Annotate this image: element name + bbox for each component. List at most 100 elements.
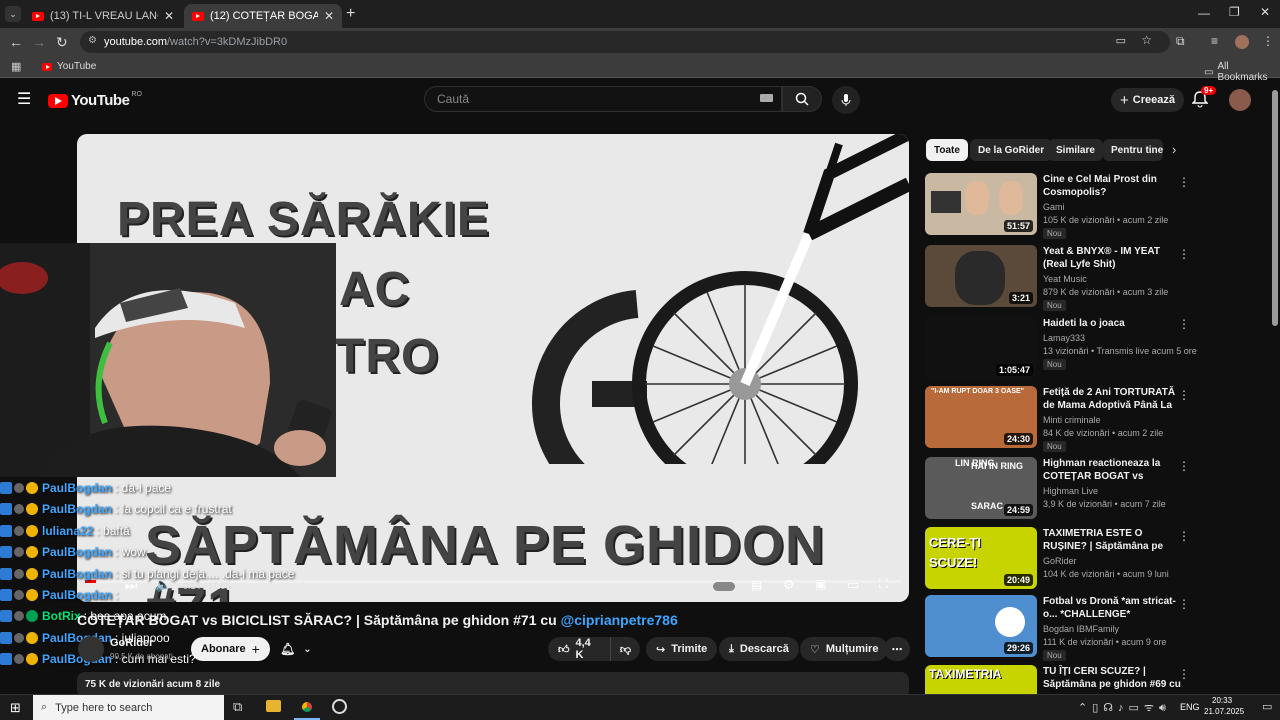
tab-search-button[interactable]: ⌄ bbox=[5, 6, 21, 22]
more-vert-icon[interactable]: ⋮ bbox=[1178, 247, 1190, 261]
recommended-video[interactable]: LIN RING HAI IN RING SARAC 24:59 Highman rea… bbox=[925, 457, 1190, 521]
windows-start-icon[interactable]: ⊞ bbox=[10, 700, 21, 716]
channel-name[interactable]: GoRider bbox=[1043, 556, 1077, 566]
miniplayer-icon[interactable]: ▣ bbox=[815, 577, 826, 591]
extensions-icon[interactable]: ⧉ bbox=[1176, 34, 1185, 49]
chip-all[interactable]: Toate bbox=[926, 139, 968, 161]
channel-name[interactable]: Lamay333 bbox=[1043, 333, 1085, 343]
close-icon[interactable]: ✕ bbox=[164, 9, 174, 23]
chips-next-chevron-icon[interactable]: › bbox=[1172, 142, 1176, 157]
recommended-video[interactable]: 29:26 Fotbal vs Dronă *am stricat-o... *C… bbox=[925, 595, 1190, 661]
autoplay-toggle[interactable] bbox=[713, 582, 735, 591]
chrome-icon[interactable] bbox=[299, 699, 315, 715]
taskbar-search-box[interactable]: ⌕ Type here to search bbox=[33, 695, 224, 720]
channel-name[interactable]: Minti criminale bbox=[1043, 415, 1101, 425]
new-tab-button[interactable]: + bbox=[346, 5, 355, 23]
video-title[interactable]: TAXIMETRIA ESTE O RUȘINE? | Săptămâna pe… bbox=[1043, 527, 1181, 553]
notification-bell-dropdown[interactable]: 🔔︎ ⌄ bbox=[270, 637, 322, 661]
clock-time[interactable]: 20:33 bbox=[1212, 696, 1232, 705]
channel-name[interactable]: GoRider bbox=[110, 637, 153, 649]
recommended-video[interactable]: 51:57 Cine e Cel Mai Prost din Cosmopolis… bbox=[925, 173, 1190, 239]
video-thumbnail[interactable]: 29:26 bbox=[925, 595, 1037, 657]
site-info-icon[interactable]: ⚙ bbox=[88, 35, 97, 46]
language-indicator[interactable]: ENG bbox=[1180, 702, 1200, 712]
task-view-icon[interactable]: ⧉ bbox=[233, 699, 242, 715]
forward-arrow-icon[interactable]: → bbox=[32, 34, 46, 50]
video-title[interactable]: Highman reactioneaza la COTEȚAR BOGAT vs… bbox=[1043, 457, 1181, 483]
tray-icons[interactable]: ⌃▯☊♪▭ᯤ🔊︎ bbox=[1078, 700, 1171, 715]
channel-name[interactable]: Yeat Music bbox=[1043, 274, 1087, 284]
recommended-video[interactable]: "I-AM RUPT DOAR 3 OASE" 24:30 Fetiță de 2 … bbox=[925, 386, 1190, 452]
search-input[interactable]: Caută bbox=[424, 86, 782, 112]
video-title[interactable]: Haideti la o joaca bbox=[1043, 317, 1181, 330]
more-actions-button[interactable]: ⋯ bbox=[884, 637, 910, 661]
video-thumbnail[interactable]: 3:21 bbox=[925, 245, 1037, 307]
channel-name[interactable]: Highman Live bbox=[1043, 486, 1098, 496]
browser-tab[interactable]: (13) TI-L VREAU LANGA MINE ✕ bbox=[24, 4, 182, 28]
video-title[interactable]: TU ÎȚI CERI SCUZE? | Săptămâna pe ghidon… bbox=[1043, 665, 1181, 691]
chip-from-channel[interactable]: De la GoRider bbox=[970, 139, 1053, 161]
restore-button[interactable]: ❐ bbox=[1229, 5, 1240, 19]
more-vert-icon[interactable]: ⋮ bbox=[1178, 459, 1190, 473]
more-vert-icon[interactable]: ⋮ bbox=[1178, 388, 1190, 402]
chip-related[interactable]: Similare bbox=[1048, 139, 1103, 161]
recommended-video[interactable]: TAXIMETRIA TU ÎȚI CERI SCUZE? | Săptămâna… bbox=[925, 665, 1190, 695]
recommended-video[interactable]: CERE-ȚI SCUZE! 20:49 TAXIMETRIA ESTE O RUȘI… bbox=[925, 527, 1190, 591]
address-bar[interactable]: ⚙ youtube.com /watch?v=3kDMzJibDR0 ▭ ☆ bbox=[80, 31, 1170, 53]
file-explorer-icon[interactable] bbox=[266, 700, 281, 712]
youtube-logo[interactable]: YouTube RO bbox=[48, 91, 142, 109]
create-button[interactable]: + Creează bbox=[1111, 88, 1184, 112]
fullscreen-icon[interactable]: ⛶ bbox=[879, 576, 888, 592]
like-button[interactable]: 👍︎ 4,4 K bbox=[548, 637, 610, 661]
minimize-button[interactable]: — bbox=[1198, 6, 1210, 20]
video-title[interactable]: Yeat & BNYX® - IM YEAT (Real Lyfe Shit) bbox=[1043, 245, 1181, 271]
more-vert-icon[interactable]: ⋮ bbox=[1178, 597, 1190, 611]
search-button[interactable] bbox=[782, 86, 822, 112]
video-thumbnail[interactable]: "I-AM RUPT DOAR 3 OASE" 24:30 bbox=[925, 386, 1037, 448]
more-vert-icon[interactable]: ⋮ bbox=[1178, 667, 1190, 681]
thanks-button[interactable]: ♡ Mulțumire bbox=[800, 637, 889, 661]
chip-for-you[interactable]: Pentru tine bbox=[1103, 139, 1163, 161]
recommended-video[interactable]: 1:05:47 Haideti la o joaca Lamay333 13 vizi… bbox=[925, 317, 1197, 381]
settings-gear-icon[interactable]: ⚙ bbox=[783, 577, 795, 593]
apps-grid-icon[interactable]: ▦ bbox=[11, 60, 21, 73]
profile-avatar[interactable] bbox=[1235, 35, 1249, 49]
channel-name[interactable]: Gami bbox=[1043, 202, 1065, 212]
video-title[interactable]: Cine e Cel Mai Prost din Cosmopolis? bbox=[1043, 173, 1181, 199]
more-vert-icon[interactable]: ⋮ bbox=[1178, 529, 1190, 543]
video-thumbnail[interactable]: CERE-ȚI SCUZE! 20:49 bbox=[925, 527, 1037, 589]
account-avatar[interactable] bbox=[1229, 89, 1251, 111]
subscribe-button[interactable]: Abonare + bbox=[191, 637, 270, 661]
close-icon[interactable]: ✕ bbox=[324, 9, 334, 23]
subtitles-icon[interactable]: ▤ bbox=[751, 578, 762, 592]
share-button[interactable]: ↪ Trimite bbox=[646, 637, 718, 661]
channel-name[interactable]: Bogdan IBMFamily bbox=[1043, 624, 1119, 634]
channel-avatar[interactable] bbox=[78, 636, 104, 662]
video-title-mention[interactable]: @ciprianpetre786 bbox=[561, 612, 678, 628]
reload-icon[interactable]: ↻ bbox=[56, 34, 68, 51]
clock-date[interactable]: 21.07.2025 bbox=[1204, 707, 1244, 716]
theater-mode-icon[interactable]: ▭ bbox=[847, 577, 859, 593]
bookmark-youtube[interactable]: YouTube bbox=[42, 61, 96, 72]
back-arrow-icon[interactable]: ← bbox=[9, 34, 23, 50]
dislike-button[interactable]: 👎︎ bbox=[610, 637, 640, 661]
cast-icon[interactable]: ▭ bbox=[1116, 34, 1126, 47]
browser-tab-active[interactable]: (12) COTEȚAR BOGAT vs BICICLIST ✕ bbox=[184, 4, 342, 28]
recommended-video[interactable]: 3:21 Yeat & BNYX® - IM YEAT (Real Lyfe Sh… bbox=[925, 245, 1190, 311]
video-thumbnail[interactable]: 1:05:47 bbox=[925, 317, 1037, 379]
media-control-icon[interactable]: ≡ bbox=[1211, 34, 1218, 48]
notification-center-icon[interactable]: ▭ bbox=[1262, 700, 1272, 713]
notifications-button[interactable]: 9+ bbox=[1191, 86, 1217, 111]
download-button[interactable]: ⤓ Descarcă bbox=[719, 637, 799, 661]
video-thumbnail[interactable]: TAXIMETRIA bbox=[925, 665, 1037, 695]
bookmark-star-icon[interactable]: ☆ bbox=[1141, 33, 1152, 47]
video-title[interactable]: Fetiță de 2 Ani TORTURATĂ de Mama Adopti… bbox=[1043, 386, 1181, 412]
more-vert-icon[interactable]: ⋮ bbox=[1178, 317, 1190, 331]
video-thumbnail[interactable]: 51:57 bbox=[925, 173, 1037, 235]
voice-search-button[interactable] bbox=[832, 86, 860, 114]
obs-icon[interactable] bbox=[332, 699, 347, 714]
video-title[interactable]: Fotbal vs Dronă *am stricat-o... *CHALLE… bbox=[1043, 595, 1181, 621]
browser-menu-icon[interactable]: ⋮ bbox=[1262, 34, 1274, 48]
close-window-button[interactable]: ✕ bbox=[1260, 5, 1270, 19]
page-scrollbar[interactable] bbox=[1272, 90, 1278, 326]
